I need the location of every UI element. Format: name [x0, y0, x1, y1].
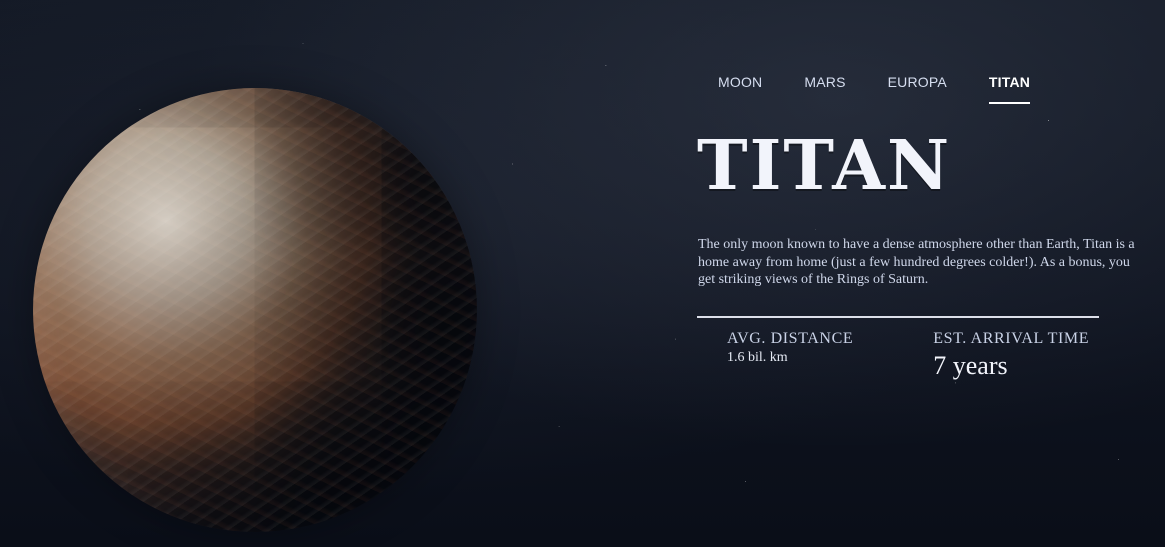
avg-distance-stat: AVG. DISTANCE 1.6 bil. km: [727, 330, 853, 379]
tab-moon-label: MOON: [718, 74, 763, 90]
destination-description: The only moon known to have a dense atmo…: [698, 237, 1135, 287]
destination-page: MOON MARS EUROPA TITAN TITAN The only mo…: [0, 0, 1165, 547]
titan-planet-image: [33, 88, 477, 532]
tab-mars-label: MARS: [804, 74, 846, 90]
destination-tabs: MOON MARS EUROPA TITAN: [718, 74, 1031, 104]
arrival-time-label: EST. ARRIVAL TIME: [933, 330, 1090, 347]
tab-titan[interactable]: TITAN: [988, 74, 1031, 104]
tab-europa[interactable]: EUROPA: [888, 74, 947, 104]
destination-title: TITAN: [697, 126, 952, 206]
tab-europa-label: EUROPA: [887, 74, 947, 90]
tab-titan-label: TITAN: [988, 74, 1031, 90]
tab-moon[interactable]: MOON: [718, 74, 762, 104]
avg-distance-value: 1.6 bil. km: [727, 350, 788, 365]
arrival-time-stat: EST. ARRIVAL TIME 7 years: [933, 330, 1089, 379]
stats-divider: [697, 316, 1099, 318]
tab-mars[interactable]: MARS: [804, 74, 845, 104]
arrival-time-value: 7 years: [933, 351, 1008, 380]
avg-distance-label: AVG. DISTANCE: [727, 330, 854, 347]
destination-stats: AVG. DISTANCE 1.6 bil. km EST. ARRIVAL T…: [727, 330, 1089, 379]
